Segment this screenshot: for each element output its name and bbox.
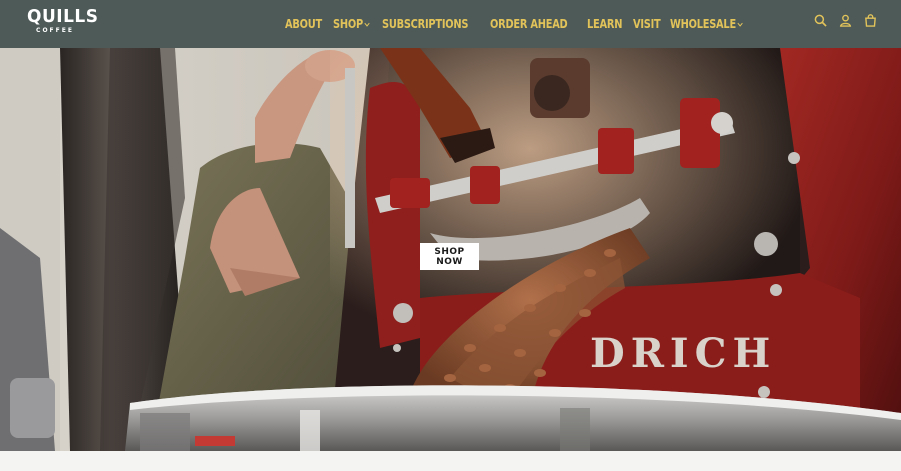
shop-now-button[interactable]: SHOP NOW (420, 243, 479, 270)
chevron-down-icon (737, 22, 743, 27)
brand-logo[interactable]: QUILLS COFFEE (27, 6, 99, 37)
account-icon[interactable] (839, 14, 852, 27)
nav-item-label: ORDER AHEAD (489, 17, 568, 31)
nav-item-learn[interactable]: LEARN (587, 17, 622, 31)
brand-name: QUILLS (27, 6, 99, 28)
site-header: QUILLS COFFEE ABOUT SHOP SUBSCRIPTIONS O… (0, 0, 901, 48)
chevron-down-icon (364, 22, 371, 27)
nav-item-label: LEARN (587, 17, 623, 31)
nav-item-subscriptions[interactable]: SUBSCRIPTIONS (382, 17, 468, 31)
nav-item-shop[interactable]: SHOP (333, 17, 371, 31)
nav-item-wholesale[interactable]: WHOLESALE (670, 17, 743, 31)
main-nav: ABOUT SHOP SUBSCRIPTIONS ORDER AHEAD LEA… (285, 0, 749, 48)
search-icon[interactable] (814, 14, 827, 27)
nav-item-visit[interactable]: VISIT (633, 17, 661, 31)
roaster-lettering: DRICH (590, 330, 777, 377)
cart-icon[interactable] (864, 14, 877, 27)
nav-item-label: SUBSCRIPTIONS (381, 17, 468, 31)
nav-item-label: VISIT (633, 17, 661, 31)
hero-banner: DRICH SHOP NOW (0, 48, 901, 451)
content-below-hero (0, 451, 901, 471)
nav-item-about[interactable]: ABOUT (285, 17, 322, 31)
brand-tagline: COFFEE (36, 27, 74, 34)
nav-item-label: SHOP (333, 17, 363, 31)
nav-item-label: ABOUT (285, 17, 322, 31)
nav-item-order-ahead[interactable]: ORDER AHEAD (489, 17, 568, 31)
nav-item-label: WHOLESALE (669, 17, 736, 31)
header-icons (814, 14, 877, 27)
